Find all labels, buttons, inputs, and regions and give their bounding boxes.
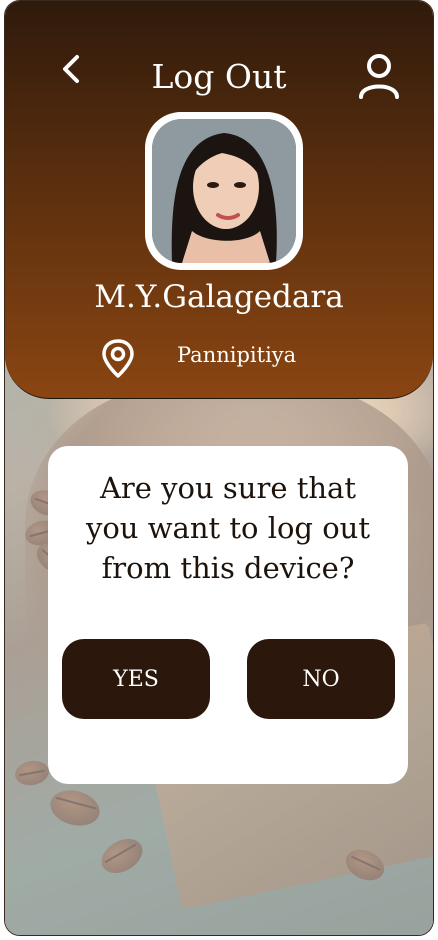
yes-button[interactable]: YES xyxy=(62,639,210,719)
logout-confirm-dialog: Are you sure that you want to log out fr… xyxy=(48,446,408,784)
phone-frame: Log Out M.Y.Galagedara Pannipitiya Are y… xyxy=(4,0,434,936)
portrait-image xyxy=(152,119,296,263)
profile-header: Log Out M.Y.Galagedara Pannipitiya xyxy=(5,1,433,399)
profile-name: M.Y.Galagedara xyxy=(94,279,344,315)
location-pin-icon xyxy=(102,339,134,378)
dialog-question: Are you sure that you want to log out fr… xyxy=(85,471,371,585)
profile-photo xyxy=(152,119,296,263)
user-icon[interactable] xyxy=(357,51,401,101)
profile-location: Pannipitiya xyxy=(177,343,297,367)
no-button[interactable]: NO xyxy=(247,639,395,719)
avatar xyxy=(145,112,303,270)
